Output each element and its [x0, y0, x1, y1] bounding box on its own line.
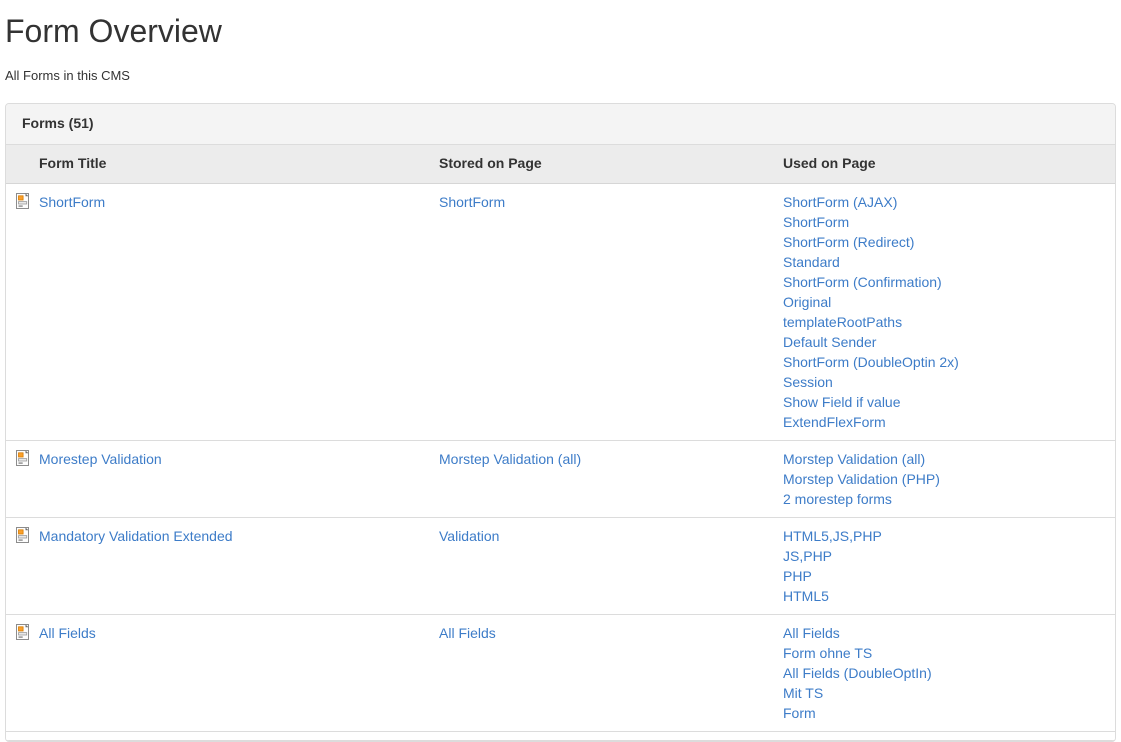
form-document-icon — [15, 624, 31, 640]
forms-table-body: ShortFormShortFormShortForm (AJAX)ShortF… — [6, 183, 1115, 740]
page: Form Overview All Forms in this CMS Form… — [0, 9, 1121, 742]
stored-page-cell: ShortForm — [431, 183, 775, 440]
used-page-link[interactable]: ShortForm (DoubleOptin 2x) — [783, 352, 1107, 372]
forms-table: Form Title Stored on Page Used on Page S… — [6, 145, 1115, 741]
used-page-link[interactable]: HTML5 — [783, 586, 1107, 606]
table-header: Form Title Stored on Page Used on Page — [6, 145, 1115, 183]
forms-panel: Forms (51) Form Title Stored on Page Use… — [5, 103, 1116, 742]
form-icon-cell — [6, 614, 35, 731]
partial-row-cell — [6, 731, 1115, 740]
form-title-cell: Morestep Validation — [35, 440, 431, 517]
stored-page-cell: All Fields — [431, 614, 775, 731]
page-subtitle: All Forms in this CMS — [5, 67, 1116, 85]
stored-page-link[interactable]: Validation — [439, 528, 499, 544]
form-icon-cell — [6, 517, 35, 614]
panel-heading: Forms (51) — [6, 104, 1115, 145]
used-page-link[interactable]: Original — [783, 292, 1107, 312]
used-page-cell: Morstep Validation (all)Morstep Validati… — [775, 440, 1115, 517]
form-title-cell: ShortForm — [35, 183, 431, 440]
form-document-icon — [15, 193, 31, 209]
used-page-link[interactable]: ExtendFlexForm — [783, 412, 1107, 432]
form-title-link[interactable]: ShortForm — [39, 194, 105, 210]
used-page-cell: All FieldsForm ohne TSAll Fields (Double… — [775, 614, 1115, 731]
form-title-link[interactable]: Morestep Validation — [39, 451, 162, 467]
stored-page-cell: Validation — [431, 517, 775, 614]
used-page-link[interactable]: Form — [783, 703, 1107, 723]
table-row-partial — [6, 731, 1115, 740]
used-page-link[interactable]: Form ohne TS — [783, 643, 1107, 663]
used-page-link[interactable]: Mit TS — [783, 683, 1107, 703]
used-page-link[interactable]: Morstep Validation (all) — [783, 449, 1107, 469]
stored-page-link[interactable]: Morstep Validation (all) — [439, 451, 581, 467]
used-page-link[interactable]: HTML5,JS,PHP — [783, 526, 1107, 546]
used-page-cell: HTML5,JS,PHPJS,PHPPHPHTML5 — [775, 517, 1115, 614]
used-page-link[interactable]: ShortForm (Confirmation) — [783, 272, 1107, 292]
used-page-cell: ShortForm (AJAX)ShortFormShortForm (Redi… — [775, 183, 1115, 440]
form-title-cell: All Fields — [35, 614, 431, 731]
form-document-icon — [15, 450, 31, 466]
form-title-link[interactable]: All Fields — [39, 625, 96, 641]
form-title-cell: Mandatory Validation Extended — [35, 517, 431, 614]
used-page-link[interactable]: Standard — [783, 252, 1107, 272]
used-page-link[interactable]: templateRootPaths — [783, 312, 1107, 332]
form-document-icon — [15, 527, 31, 543]
used-page-link[interactable]: ShortForm — [783, 212, 1107, 232]
table-row: All FieldsAll FieldsAll FieldsForm ohne … — [6, 614, 1115, 731]
used-page-link[interactable]: JS,PHP — [783, 546, 1107, 566]
used-page-link[interactable]: Show Field if value — [783, 392, 1107, 412]
column-header-stored-on-page: Stored on Page — [431, 145, 775, 183]
page-title: Form Overview — [5, 9, 1116, 54]
used-page-link[interactable]: Default Sender — [783, 332, 1107, 352]
used-page-link[interactable]: 2 morestep forms — [783, 489, 1107, 509]
used-page-link[interactable]: PHP — [783, 566, 1107, 586]
stored-page-link[interactable]: All Fields — [439, 625, 496, 641]
table-row: Morestep Validation Morstep Validation (a… — [6, 440, 1115, 517]
stored-page-cell: Morstep Validation (all) — [431, 440, 775, 517]
used-page-link[interactable]: All Fields — [783, 623, 1107, 643]
stored-page-link[interactable]: ShortForm — [439, 194, 505, 210]
used-page-link[interactable]: All Fields (DoubleOptIn) — [783, 663, 1107, 683]
table-row: ShortFormShortFormShortForm (AJAX)ShortF… — [6, 183, 1115, 440]
used-page-link[interactable]: Morstep Validation (PHP) — [783, 469, 1107, 489]
form-icon-cell — [6, 440, 35, 517]
icon-column-header — [6, 145, 35, 183]
used-page-link[interactable]: Session — [783, 372, 1107, 392]
form-icon-cell — [6, 183, 35, 440]
used-page-link[interactable]: ShortForm (AJAX) — [783, 192, 1107, 212]
form-title-link[interactable]: Mandatory Validation Extended — [39, 528, 233, 544]
column-header-used-on-page: Used on Page — [775, 145, 1115, 183]
table-row: Mandatory Validation Extended Validation H… — [6, 517, 1115, 614]
used-page-link[interactable]: ShortForm (Redirect) — [783, 232, 1107, 252]
column-header-form-title: Form Title — [35, 145, 431, 183]
